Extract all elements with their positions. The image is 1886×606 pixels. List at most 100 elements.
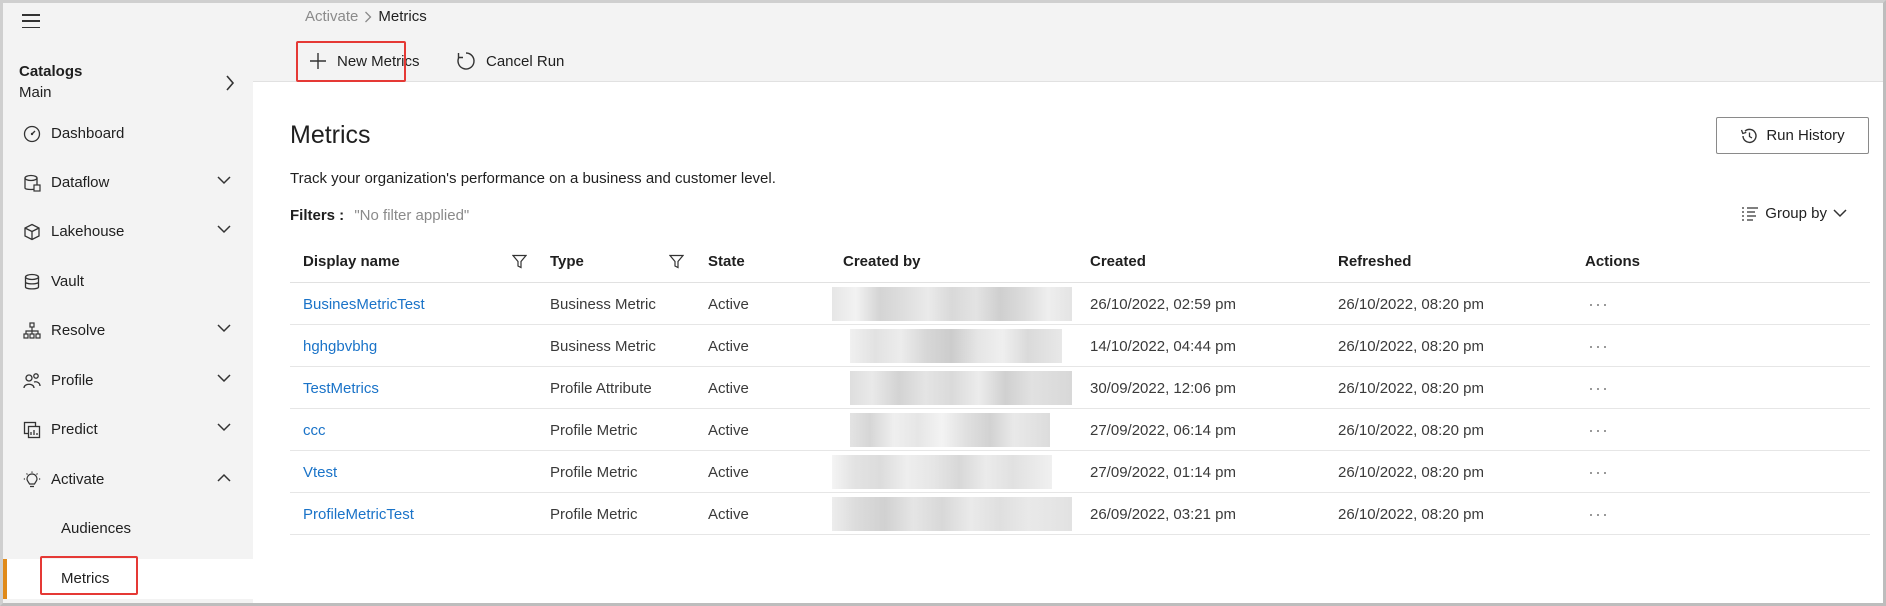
created-by-redacted xyxy=(850,329,1062,363)
state-cell: Active xyxy=(708,506,749,523)
gauge-icon xyxy=(23,125,41,143)
chevron-down-icon xyxy=(1833,209,1847,218)
state-cell: Active xyxy=(708,380,749,397)
col-header-created[interactable]: Created xyxy=(1090,253,1146,270)
sidebar-item-label: Profile xyxy=(51,371,94,389)
col-header-state[interactable]: State xyxy=(708,253,745,270)
people-icon xyxy=(23,373,41,389)
type-cell: Business Metric xyxy=(550,338,656,355)
sidebar-item-vault[interactable]: Vault xyxy=(3,261,253,301)
hamburger-menu-icon[interactable] xyxy=(22,14,40,28)
more-actions-icon[interactable]: ··· xyxy=(1588,378,1609,399)
metrics-table: Display name Type State Created by Creat… xyxy=(290,241,1870,535)
display-name-link[interactable]: hghgbvbhg xyxy=(303,338,377,355)
list-icon xyxy=(1742,206,1759,221)
more-actions-icon[interactable]: ··· xyxy=(1588,336,1609,357)
sidebar-item-activate[interactable]: Activate xyxy=(3,459,253,499)
active-indicator xyxy=(3,559,7,599)
created-by-redacted xyxy=(832,455,1052,489)
sidebar-item-dataflow[interactable]: Dataflow xyxy=(3,162,253,202)
chevron-down-icon xyxy=(217,374,231,383)
cancel-run-label: Cancel Run xyxy=(486,52,565,70)
cube-icon xyxy=(24,223,40,241)
sidebar-item-lakehouse[interactable]: Lakehouse xyxy=(3,211,253,251)
catalogs-title: Catalogs xyxy=(19,63,83,80)
lightbulb-icon xyxy=(23,471,41,488)
display-name-link[interactable]: Vtest xyxy=(303,464,337,481)
col-header-type[interactable]: Type xyxy=(550,253,584,270)
refreshed-cell: 26/10/2022, 08:20 pm xyxy=(1338,380,1484,397)
created-cell: 26/09/2022, 03:21 pm xyxy=(1090,506,1236,523)
group-by-label: Group by xyxy=(1765,205,1827,222)
table-row: hghgbvbhg Business Metric Active 14/10/2… xyxy=(290,325,1870,367)
cancel-run-button[interactable]: Cancel Run xyxy=(456,43,564,79)
table-row: BusinesMetricTest Business Metric Active… xyxy=(290,283,1870,325)
sidebar: Catalogs Main Dashboard Dataflow Lakehou… xyxy=(3,3,253,603)
history-icon xyxy=(1741,128,1757,143)
col-header-created-by[interactable]: Created by xyxy=(843,253,921,270)
chevron-up-icon xyxy=(217,473,231,482)
app-window: Catalogs Main Dashboard Dataflow Lakehou… xyxy=(0,0,1886,606)
catalog-selector[interactable]: Catalogs Main xyxy=(19,63,239,101)
more-actions-icon[interactable]: ··· xyxy=(1588,420,1609,441)
chevron-down-icon xyxy=(217,423,231,432)
more-actions-icon[interactable]: ··· xyxy=(1588,504,1609,525)
created-cell: 26/10/2022, 02:59 pm xyxy=(1090,296,1236,313)
col-header-actions: Actions xyxy=(1585,253,1641,270)
display-name-link[interactable]: BusinesMetricTest xyxy=(303,296,425,313)
table-row: ccc Profile Metric Active 27/09/2022, 06… xyxy=(290,409,1870,451)
col-header-refreshed[interactable]: Refreshed xyxy=(1338,253,1411,270)
state-cell: Active xyxy=(708,422,749,439)
sidebar-item-label: Dashboard xyxy=(51,124,125,142)
col-header-display-name[interactable]: Display name xyxy=(303,253,400,270)
sidebar-item-label: Vault xyxy=(51,272,85,290)
group-by-dropdown[interactable]: Group by xyxy=(1735,205,1853,222)
page-title: Metrics xyxy=(290,121,371,149)
table-row: Vtest Profile Metric Active 27/09/2022, … xyxy=(290,451,1870,493)
sidebar-item-label: Predict xyxy=(51,420,98,438)
sidebar-item-predict[interactable]: Predict xyxy=(3,409,253,449)
state-cell: Active xyxy=(708,338,749,355)
sidebar-item-resolve[interactable]: Resolve xyxy=(3,310,253,350)
filters-bar: Filters : "No filter applied" xyxy=(290,207,469,224)
database-icon xyxy=(24,273,40,290)
toolbar: Activate Metrics New Metrics Cancel Run xyxy=(253,3,1883,82)
chevron-down-icon xyxy=(217,176,231,185)
filters-label: Filters : xyxy=(290,207,345,224)
type-cell: Profile Metric xyxy=(550,464,638,481)
filter-icon[interactable] xyxy=(512,254,527,269)
database-flow-icon xyxy=(24,174,41,192)
sidebar-item-dashboard[interactable]: Dashboard xyxy=(3,113,253,153)
refreshed-cell: 26/10/2022, 08:20 pm xyxy=(1338,506,1484,523)
created-by-redacted xyxy=(850,371,1072,405)
run-history-button[interactable]: Run History xyxy=(1716,117,1869,154)
type-cell: Profile Attribute xyxy=(550,380,652,397)
main-content: Metrics Track your organization's perfor… xyxy=(253,83,1883,603)
sidebar-item-label: Dataflow xyxy=(51,173,110,191)
highlight-box xyxy=(296,41,406,82)
sidebar-subitem-audiences[interactable]: Audiences xyxy=(3,509,253,549)
chevron-right-icon xyxy=(365,11,372,22)
type-cell: Profile Metric xyxy=(550,422,638,439)
refreshed-cell: 26/10/2022, 08:20 pm xyxy=(1338,422,1484,439)
sidebar-item-profile[interactable]: Profile xyxy=(3,360,253,400)
display-name-link[interactable]: ccc xyxy=(303,422,326,439)
created-cell: 30/09/2022, 12:06 pm xyxy=(1090,380,1236,397)
type-cell: Business Metric xyxy=(550,296,656,313)
catalogs-value: Main xyxy=(19,84,52,101)
chart-doc-icon xyxy=(23,421,41,439)
filter-icon[interactable] xyxy=(669,254,684,269)
more-actions-icon[interactable]: ··· xyxy=(1588,462,1609,483)
run-history-label: Run History xyxy=(1766,127,1845,144)
table-row: ProfileMetricTest Profile Metric Active … xyxy=(290,493,1870,535)
display-name-link[interactable]: ProfileMetricTest xyxy=(303,506,414,523)
breadcrumb-parent[interactable]: Activate xyxy=(305,8,358,25)
filters-value: "No filter applied" xyxy=(354,207,470,224)
state-cell: Active xyxy=(708,296,749,313)
more-actions-icon[interactable]: ··· xyxy=(1588,294,1609,315)
refreshed-cell: 26/10/2022, 08:20 pm xyxy=(1338,464,1484,481)
created-by-redacted xyxy=(850,413,1050,447)
refresh-icon xyxy=(457,52,475,70)
display-name-link[interactable]: TestMetrics xyxy=(303,380,379,397)
chevron-right-icon xyxy=(226,75,235,91)
